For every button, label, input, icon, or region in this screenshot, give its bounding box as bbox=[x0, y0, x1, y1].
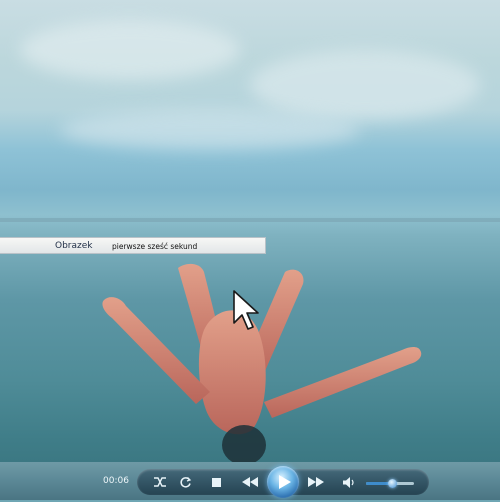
info-label: Obrazek bbox=[55, 241, 93, 251]
next-button[interactable] bbox=[306, 474, 326, 490]
previous-button[interactable] bbox=[240, 474, 260, 490]
stop-button[interactable] bbox=[208, 474, 224, 490]
next-icon bbox=[308, 477, 324, 487]
repeat-icon bbox=[179, 476, 191, 488]
shuffle-icon bbox=[154, 477, 166, 487]
volume-slider-thumb[interactable] bbox=[388, 479, 397, 488]
video-display[interactable]: Obrazek pierwsze sześć sekund bbox=[0, 0, 500, 500]
stop-icon bbox=[211, 477, 221, 487]
now-playing-info-strip: Obrazek pierwsze sześć sekund bbox=[0, 237, 266, 254]
elapsed-time: 00:06 bbox=[103, 476, 129, 486]
repeat-button[interactable] bbox=[177, 474, 193, 490]
info-value: pierwsze sześć sekund bbox=[112, 242, 198, 251]
play-button[interactable] bbox=[267, 466, 299, 498]
play-icon bbox=[279, 475, 291, 489]
previous-icon bbox=[242, 477, 258, 487]
mute-button[interactable] bbox=[341, 474, 357, 490]
volume-icon bbox=[342, 476, 354, 488]
shuffle-button[interactable] bbox=[152, 474, 168, 490]
mouse-pointer-icon bbox=[233, 290, 259, 330]
